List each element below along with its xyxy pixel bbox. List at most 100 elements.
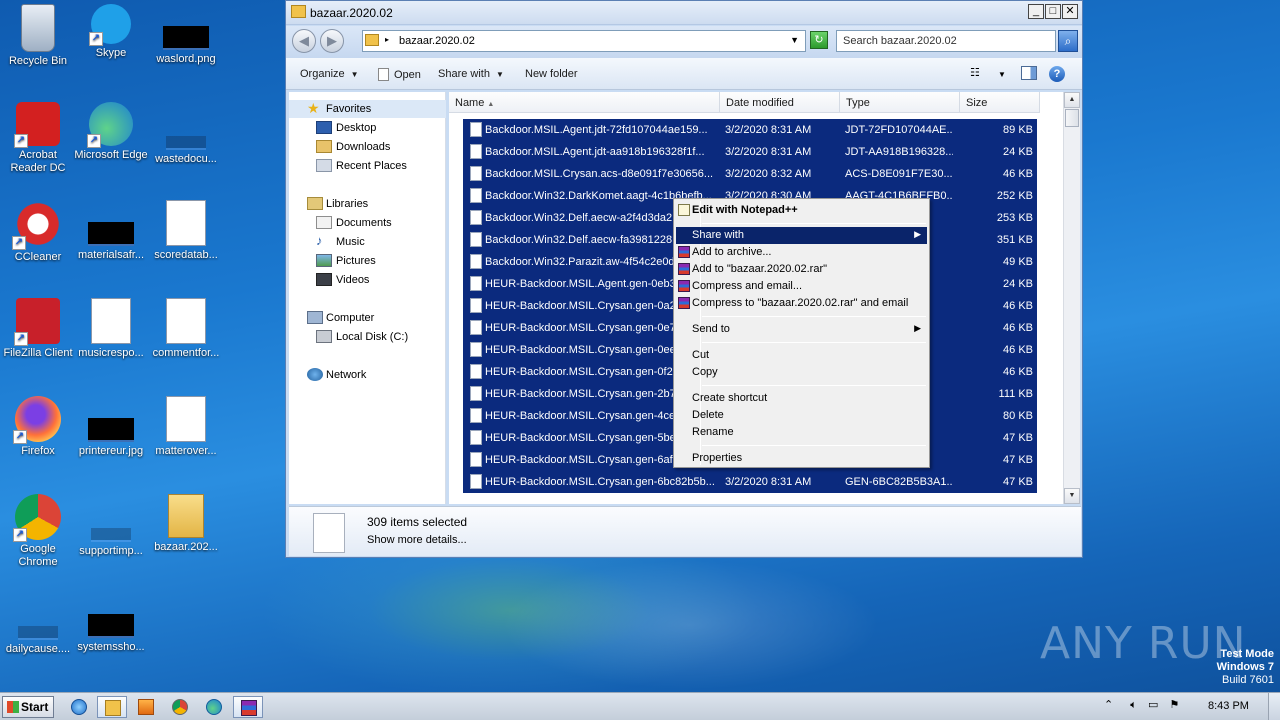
desktop-icon-item[interactable]: bazaar.202... [148, 494, 224, 554]
nav-network[interactable]: Network [289, 366, 446, 384]
minimize-button[interactable]: _ [1028, 4, 1044, 19]
file-icon [470, 320, 482, 335]
menu-item-cut[interactable]: Cut [676, 347, 927, 364]
menu-separator [702, 385, 926, 386]
new-folder-button[interactable]: New folder [525, 68, 578, 80]
desktop-icon-item[interactable]: printereur.jpg [73, 396, 149, 458]
back-button[interactable]: ◀ [292, 29, 316, 53]
menu-item-add-archive[interactable]: Add to archive... [676, 244, 927, 261]
desktop-icon-item[interactable]: systemssho... [73, 592, 149, 654]
nav-local-disk[interactable]: Local Disk (C:) [289, 328, 446, 346]
menu-item-edit-notepad[interactable]: Edit with Notepad++ [676, 202, 927, 219]
title-bar[interactable]: bazaar.2020.02 _ □ ✕ [286, 1, 1082, 25]
desktop-icon-label: Recycle Bin [8, 55, 68, 67]
desktop-icon-item[interactable]: ↗ Microsoft Edge [73, 102, 149, 162]
column-header-size[interactable]: Size [960, 92, 1040, 113]
file-row[interactable]: Backdoor.MSIL.Agent.jdt-aa918b196328f1f.… [463, 141, 1037, 163]
chevron-right-icon[interactable]: ▸ [385, 35, 389, 44]
nav-pictures[interactable]: Pictures [289, 252, 446, 270]
taskbar-explorer[interactable] [97, 696, 127, 718]
network-tray-icon[interactable]: ▭ [1148, 699, 1158, 711]
file-row[interactable]: HEUR-Backdoor.MSIL.Crysan.gen-6bc82b5b..… [463, 471, 1037, 493]
start-button[interactable]: Start [2, 696, 54, 718]
taskbar-chrome[interactable] [165, 696, 195, 718]
address-row: ◀ ▶ ▸ bazaar.2020.02 ▼ ↻ Search bazaar.2… [286, 26, 1082, 58]
address-bar[interactable]: ▸ bazaar.2020.02 ▼ [362, 30, 806, 52]
desktop-icon-item[interactable]: scoredatab... [148, 200, 224, 262]
taskbar-winrar[interactable] [233, 696, 263, 718]
scroll-up-icon[interactable]: ▲ [1064, 92, 1080, 108]
file-row[interactable]: Backdoor.MSIL.Agent.jdt-72fd107044ae159.… [463, 119, 1037, 141]
test-mode-line: Windows 7 [1216, 661, 1274, 673]
desktop-icon-item[interactable]: dailycause.... [0, 592, 76, 656]
taskbar-ie[interactable] [64, 696, 94, 718]
desktop-icon-label: printereur.jpg [78, 445, 144, 457]
taskbar-media-player[interactable] [131, 696, 161, 718]
desktop-icon-item[interactable]: ↗ CCleaner [0, 200, 76, 264]
desktop-icon-item[interactable]: commentfor... [148, 298, 224, 360]
show-desktop-button[interactable] [1268, 693, 1280, 720]
menu-item-add-rar[interactable]: Add to "bazaar.2020.02.rar" [676, 261, 927, 278]
chevron-down-icon[interactable]: ▼ [998, 70, 1006, 79]
open-button[interactable]: Open [378, 68, 421, 81]
desktop-icon-item[interactable]: ↗ Firefox [0, 396, 76, 458]
menu-item-create-shortcut[interactable]: Create shortcut [676, 390, 927, 407]
maximize-button[interactable]: □ [1045, 4, 1061, 19]
volume-icon[interactable]: 🔈︎ [1130, 699, 1137, 711]
column-header-date[interactable]: Date modified [720, 92, 840, 113]
action-center-flag-icon[interactable]: ⚑ [1169, 699, 1179, 711]
file-row[interactable]: Backdoor.MSIL.Crysan.acs-d8e091f7e30656.… [463, 163, 1037, 185]
desktop-icon-item[interactable]: waslord.png [148, 4, 224, 66]
chevron-down-icon[interactable]: ▼ [790, 35, 799, 45]
close-button[interactable]: ✕ [1062, 4, 1078, 19]
preview-pane-icon[interactable] [1021, 66, 1037, 80]
search-icon[interactable]: ⌕ [1058, 30, 1078, 52]
menu-item-compress-email[interactable]: Compress and email... [676, 278, 927, 295]
menu-item-rename[interactable]: Rename [676, 424, 927, 441]
view-options-icon[interactable]: ☷ [970, 66, 980, 79]
refresh-icon[interactable]: ↻ [810, 31, 828, 49]
desktop-icon-item[interactable]: musicrespo... [73, 298, 149, 360]
scroll-thumb[interactable] [1065, 109, 1079, 127]
nav-music[interactable]: ♪ Music [289, 233, 446, 251]
organize-button[interactable]: Organize ▼ [300, 68, 359, 80]
desktop-icon-item[interactable]: ↗ Skype [73, 4, 149, 60]
desktop-icon-item[interactable]: ↗ FileZilla Client [0, 298, 76, 360]
menu-item-send-to[interactable]: Send to ▶ [676, 321, 927, 338]
search-input[interactable]: Search bazaar.2020.02 [836, 30, 1056, 52]
menu-item-properties[interactable]: Properties [676, 450, 927, 467]
forward-button[interactable]: ▶ [320, 29, 344, 53]
menu-item-compress-rar-email[interactable]: Compress to "bazaar.2020.02.rar" and ema… [676, 295, 927, 312]
scroll-down-icon[interactable]: ▼ [1064, 488, 1080, 504]
show-hidden-icons-icon[interactable]: ⌃ [1104, 699, 1113, 711]
desktop-icon-item[interactable]: ↗ Acrobat Reader DC [0, 102, 76, 175]
clock[interactable]: 8:43 PM [1208, 700, 1249, 712]
nav-desktop[interactable]: Desktop [289, 119, 446, 137]
menu-item-copy[interactable]: Copy [676, 364, 927, 381]
menu-label: Add to archive... [692, 246, 772, 258]
nav-videos[interactable]: Videos [289, 271, 446, 289]
taskbar-edge[interactable] [199, 696, 229, 718]
desktop-icon-item[interactable]: Recycle Bin [0, 4, 76, 68]
nav-computer[interactable]: Computer [289, 309, 446, 327]
nav-documents[interactable]: Documents [289, 214, 446, 232]
desktop-icon-label: FileZilla Client [3, 347, 73, 359]
show-more-details-link[interactable]: Show more details... [367, 534, 467, 546]
menu-item-delete[interactable]: Delete [676, 407, 927, 424]
desktop-icon-item[interactable]: matterover... [148, 396, 224, 458]
nav-libraries[interactable]: Libraries [289, 195, 446, 213]
help-icon[interactable]: ? [1049, 66, 1065, 82]
nav-downloads[interactable]: Downloads [289, 138, 446, 156]
nav-favorites[interactable]: ★ Favorites [289, 100, 446, 118]
menu-item-share-with[interactable]: Share with ▶ [676, 227, 927, 244]
vertical-scrollbar[interactable]: ▲ ▼ [1063, 92, 1080, 504]
desktop-icon-item[interactable]: ↗ Google Chrome [0, 494, 76, 569]
column-header-name[interactable]: Name ▲ [449, 92, 720, 113]
desktop-icon-item[interactable]: materialsafr... [73, 200, 149, 262]
column-header-type[interactable]: Type [840, 92, 960, 113]
share-with-button[interactable]: Share with ▼ [438, 68, 504, 80]
nav-recent-places[interactable]: Recent Places [289, 157, 446, 175]
desktop-icon-item[interactable]: wastedocu... [148, 102, 224, 166]
desktop-icon-item[interactable]: supportimp... [73, 494, 149, 558]
file-type: JDT-AA918B196328... [845, 146, 953, 158]
